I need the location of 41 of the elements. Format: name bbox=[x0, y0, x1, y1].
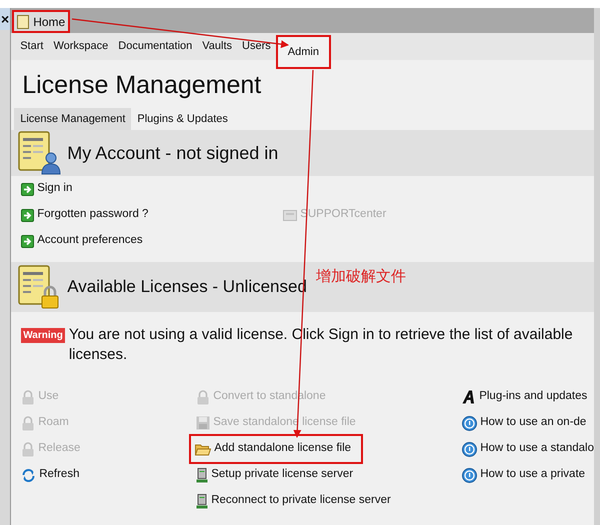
server-icon bbox=[196, 468, 208, 482]
license-action[interactable]: Refresh bbox=[21, 465, 80, 485]
license-action[interactable]: How to use a private bbox=[462, 465, 586, 485]
server-icon bbox=[196, 494, 208, 508]
license-action[interactable]: How to use a standalo bbox=[462, 439, 594, 459]
account-link[interactable]: Sign in bbox=[21, 180, 284, 198]
sub-tab[interactable]: Plugins & Updates bbox=[131, 108, 234, 130]
nav-tab[interactable]: Documentation bbox=[113, 33, 198, 60]
warning-badge: Warning bbox=[21, 328, 65, 343]
annotation-note: 增加破解文件 bbox=[316, 267, 406, 287]
logo-icon bbox=[462, 390, 476, 404]
lock-icon bbox=[21, 390, 36, 404]
arrow-icon bbox=[21, 234, 34, 248]
document-icon bbox=[17, 14, 30, 28]
license-action[interactable]: Setup private license server bbox=[196, 465, 354, 485]
document-tab[interactable]: Home bbox=[12, 10, 70, 33]
account-link[interactable]: Forgotten password ? bbox=[21, 206, 284, 224]
account-icon bbox=[17, 130, 64, 176]
nav-tab[interactable]: Workspace bbox=[48, 33, 114, 60]
nav-tab[interactable]: Admin bbox=[276, 35, 331, 69]
arrow-icon bbox=[21, 182, 34, 196]
nav-tab[interactable]: Start bbox=[15, 33, 48, 60]
license-action[interactable]: How to use an on-de bbox=[462, 413, 586, 433]
support-icon bbox=[283, 208, 298, 222]
section-heading: My Account - not signed in bbox=[67, 142, 278, 165]
lock-icon bbox=[196, 390, 210, 404]
account-link[interactable]: Account preferences bbox=[21, 232, 284, 250]
page-title: License Management bbox=[22, 71, 262, 99]
floppy-icon bbox=[196, 416, 210, 430]
lock-icon bbox=[21, 416, 36, 430]
license-action[interactable]: Reconnect to private license server bbox=[196, 491, 391, 511]
license-action[interactable]: Plug-ins and updates bbox=[462, 387, 588, 407]
close-glyph[interactable]: × bbox=[0, 8, 10, 30]
license-action[interactable]: Add standalone license file bbox=[191, 436, 362, 462]
nav-tab[interactable]: Vaults bbox=[197, 33, 238, 60]
arrow-icon bbox=[21, 208, 34, 222]
folder-icon bbox=[195, 442, 212, 456]
nav-tab[interactable]: Users bbox=[237, 33, 276, 60]
sub-tab[interactable]: License Management bbox=[14, 108, 132, 130]
refresh-icon bbox=[21, 468, 36, 482]
lock-icon bbox=[21, 442, 36, 456]
